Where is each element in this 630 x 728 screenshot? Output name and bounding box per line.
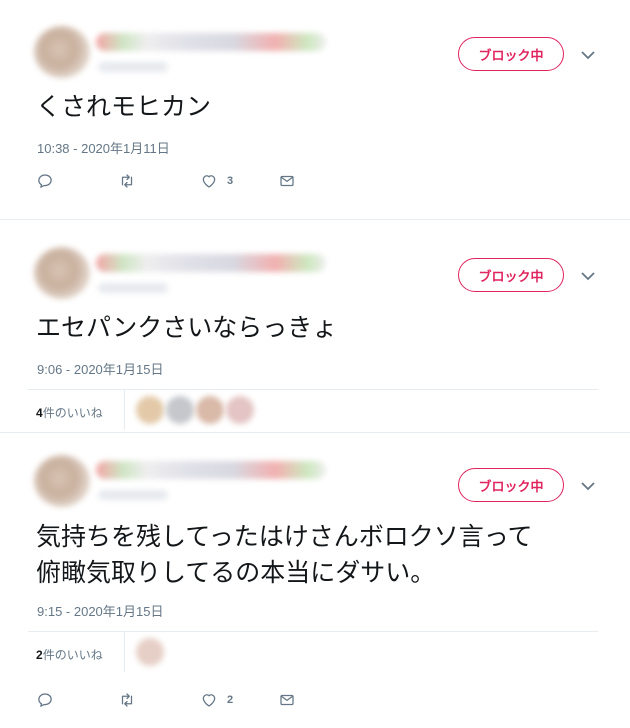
blurred-username bbox=[98, 490, 168, 500]
blurred-display-name[interactable] bbox=[96, 254, 326, 272]
avatar[interactable] bbox=[34, 455, 90, 507]
avatar[interactable] bbox=[34, 26, 90, 78]
avatar[interactable] bbox=[34, 247, 90, 299]
chevron-down-icon[interactable] bbox=[579, 270, 597, 282]
like-button[interactable]: 3 bbox=[200, 171, 233, 191]
blurred-display-name[interactable] bbox=[96, 461, 326, 479]
divider bbox=[124, 390, 125, 430]
retweet-button[interactable] bbox=[118, 690, 136, 710]
liker-avatar[interactable] bbox=[196, 396, 224, 424]
blurred-display-name[interactable] bbox=[96, 33, 326, 51]
retweet-icon bbox=[121, 693, 133, 707]
tweet-actions: 3 bbox=[36, 171, 336, 193]
blocked-button[interactable]: ブロック中 bbox=[458, 258, 564, 292]
envelope-icon bbox=[280, 175, 294, 187]
reply-icon bbox=[38, 174, 52, 188]
tweet-card: ブロック中 気持ちを残してったはけさんボロクソ言って 俯瞰気取りしてるの本当にダ… bbox=[0, 432, 630, 728]
tweet-timestamp[interactable]: 10:38 - 2020年1月11日 bbox=[37, 138, 170, 157]
liker-avatar[interactable] bbox=[166, 396, 194, 424]
likes-label: 件のいいね bbox=[42, 648, 103, 662]
like-button[interactable]: 2 bbox=[200, 690, 233, 710]
chevron-down-icon[interactable] bbox=[579, 480, 597, 492]
reply-button[interactable] bbox=[36, 690, 54, 710]
tweet-card: ブロック中 くされモヒカン 10:38 - 2020年1月11日 3 bbox=[0, 0, 630, 220]
like-count: 3 bbox=[227, 175, 234, 187]
direct-message-button[interactable] bbox=[278, 171, 296, 191]
tweet-card: ブロック中 エセパンクさいならっきょ 9:06 - 2020年1月15日 4件の… bbox=[0, 221, 630, 432]
tweet-timestamp[interactable]: 9:06 - 2020年1月15日 bbox=[37, 359, 163, 378]
retweet-icon bbox=[121, 174, 133, 188]
likes-count-link[interactable]: 2件のいいね bbox=[36, 646, 103, 663]
reply-button[interactable] bbox=[36, 171, 54, 191]
blurred-username bbox=[98, 283, 168, 293]
chevron-down-icon[interactable] bbox=[579, 49, 597, 61]
heart-icon bbox=[202, 175, 216, 188]
blurred-username bbox=[98, 62, 168, 72]
liker-avatars bbox=[136, 396, 256, 424]
liker-avatar[interactable] bbox=[136, 396, 164, 424]
blocked-button[interactable]: ブロック中 bbox=[458, 468, 564, 502]
direct-message-button[interactable] bbox=[278, 690, 296, 710]
heart-icon bbox=[202, 694, 216, 707]
tweet-actions: 2 bbox=[36, 690, 336, 712]
likes-count-link[interactable]: 4件のいいね bbox=[36, 404, 103, 421]
liker-avatar[interactable] bbox=[136, 638, 164, 666]
tweet-text: くされモヒカン bbox=[36, 92, 212, 121]
tweet-timestamp[interactable]: 9:15 - 2020年1月15日 bbox=[37, 601, 163, 620]
reply-icon bbox=[38, 693, 52, 707]
likes-count: 4 bbox=[36, 406, 43, 420]
blocked-button[interactable]: ブロック中 bbox=[458, 37, 564, 71]
likes-count: 2 bbox=[36, 648, 43, 662]
likes-row: 2件のいいね bbox=[28, 631, 598, 675]
retweet-button[interactable] bbox=[118, 171, 136, 191]
liker-avatars bbox=[136, 638, 166, 666]
likes-row: 4件のいいね bbox=[28, 389, 598, 433]
tweet-text: 気持ちを残してったはけさんボロクソ言って 俯瞰気取りしてるの本当にダサい。 bbox=[36, 522, 533, 587]
liker-avatar[interactable] bbox=[226, 396, 254, 424]
likes-label: 件のいいね bbox=[42, 406, 103, 420]
tweet-text: エセパンクさいならっきょ bbox=[36, 313, 338, 342]
like-count: 2 bbox=[227, 694, 234, 706]
divider bbox=[124, 632, 125, 672]
envelope-icon bbox=[280, 694, 294, 706]
